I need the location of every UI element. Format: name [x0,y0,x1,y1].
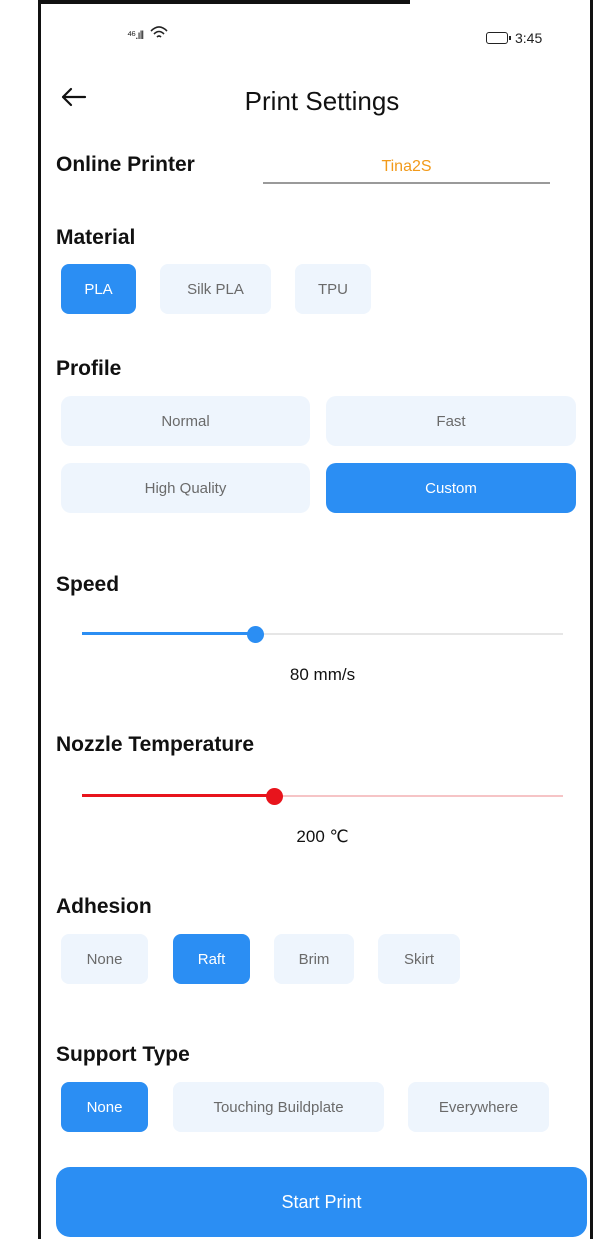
start-print-button[interactable]: Start Print [56,1167,587,1237]
phone-frame-right [590,0,593,1239]
adhesion-option-skirt[interactable]: Skirt [378,934,460,984]
speed-slider[interactable] [82,625,563,645]
support-option-everywhere[interactable]: Everywhere [408,1082,549,1132]
nozzle-slider-thumb[interactable] [266,788,284,805]
profile-option-high-quality[interactable]: High Quality [61,463,310,513]
adhesion-option-raft[interactable]: Raft [173,934,250,984]
page-title: Print Settings [244,86,400,116]
nozzle-slider-fill [82,794,275,797]
printer-select-field[interactable]: Tina2S [263,150,550,184]
speed-slider-thumb[interactable] [247,626,265,643]
nozzle-temperature-value: 200 ℃ [296,827,349,846]
adhesion-title: Adhesion [56,895,152,918]
material-title: Material [56,226,136,249]
material-option-silk-pla[interactable]: Silk PLA [160,264,271,314]
online-printer-label: Online Printer [56,153,195,176]
battery-icon [486,32,511,44]
nozzle-temperature-slider[interactable] [82,787,563,807]
speed-value: 80 mm/s [289,665,356,684]
adhesion-option-brim[interactable]: Brim [274,934,354,984]
wifi-icon [150,26,168,38]
support-option-none[interactable]: None [61,1082,148,1132]
adhesion-option-none[interactable]: None [61,934,148,984]
printer-name-value: Tina2S [381,158,432,175]
phone-frame-top [40,0,410,4]
profile-option-custom[interactable]: Custom [326,463,576,513]
nozzle-temperature-title: Nozzle Temperature [56,733,254,756]
status-time: 3:45 [515,30,543,46]
profile-option-fast[interactable]: Fast [326,396,576,446]
profile-option-normal[interactable]: Normal [61,396,310,446]
phone-frame-left [38,0,41,1239]
speed-title: Speed [56,573,120,596]
material-option-tpu[interactable]: TPU [295,264,371,314]
speed-slider-fill [82,632,256,635]
profile-title: Profile [56,357,122,380]
support-type-title: Support Type [56,1043,190,1066]
support-option-touching-buildplate[interactable]: Touching Buildplate [173,1082,384,1132]
material-option-pla[interactable]: PLA [61,264,136,314]
cellular-signal-icon: ⁴⁶.ıll [127,28,144,42]
status-bar: ⁴⁶.ıll 3:45 [41,20,590,60]
